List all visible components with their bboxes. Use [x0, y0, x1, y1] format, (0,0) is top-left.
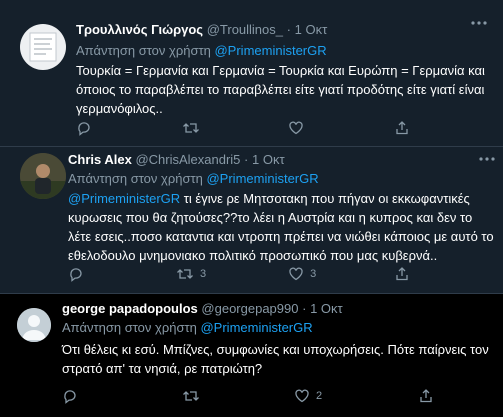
- heart-icon: [289, 121, 303, 135]
- avatar[interactable]: [17, 308, 51, 342]
- avatar[interactable]: [20, 24, 66, 70]
- reply-context: Απάντηση στον χρήστη @PrimeministerGR: [76, 43, 327, 58]
- author-handle[interactable]: @Troullinos_: [207, 22, 283, 37]
- author-name[interactable]: george papadopoulos: [62, 301, 198, 316]
- tweet-actions: 3 3: [68, 266, 410, 282]
- share-icon: [396, 121, 408, 135]
- tweet-text: Ότι θέλεις κι εσύ. Μπίζνες, συμφωνίες κα…: [62, 340, 502, 378]
- author-name[interactable]: Τρουλλινός Γιώργος: [76, 22, 203, 37]
- body-mention-link[interactable]: @PrimeministerGR: [68, 191, 180, 206]
- separator-dot: ·: [286, 22, 291, 37]
- default-avatar-icon: [17, 308, 51, 342]
- retweet-icon: [177, 269, 193, 279]
- reply-prefix: Απάντηση στον χρήστη: [76, 43, 211, 58]
- heart-icon: [295, 389, 309, 403]
- share-button[interactable]: [394, 266, 410, 282]
- tweet-text: @PrimeministerGR τι έγινε ρε Μητσοτακη π…: [68, 189, 500, 265]
- reply-mention-link[interactable]: @PrimeministerGR: [214, 43, 326, 58]
- reply-prefix: Απάντηση στον χρήστη: [62, 320, 197, 335]
- share-icon: [396, 267, 408, 281]
- retweet-button[interactable]: [182, 388, 206, 404]
- avatar-photo: [20, 153, 66, 199]
- share-icon: [420, 389, 432, 403]
- tweet-text-line: στρατό απ' τα νησιά, ρε πατριώτη?: [62, 361, 263, 376]
- more-options-icon[interactable]: [470, 14, 488, 30]
- like-button[interactable]: 3: [288, 266, 316, 282]
- reply-context: Απάντηση στον χρήστη @PrimeministerGR: [68, 171, 319, 186]
- tweet-text-line: @PrimeministerGR τι έγινε ρε Μητσοτακη π…: [68, 189, 500, 208]
- tweet-actions: [76, 120, 410, 136]
- separator-dot: ·: [244, 152, 249, 167]
- share-button[interactable]: [418, 388, 434, 404]
- avatar[interactable]: [20, 153, 66, 199]
- retweet-button[interactable]: 3: [176, 266, 206, 282]
- like-button[interactable]: [288, 120, 310, 136]
- share-button[interactable]: [394, 120, 410, 136]
- tweet-text-span: τι έγινε ρε Μητσοτακη που πήγαν οι εκκωφ…: [180, 191, 470, 206]
- like-button[interactable]: 2: [294, 388, 322, 404]
- author-handle[interactable]: @georgepap990: [201, 301, 298, 316]
- separator-dot: ·: [302, 301, 307, 316]
- reply-button[interactable]: [62, 388, 78, 404]
- tweet-text: Τουρκία = Γερμανία και Γερμανία = Τουρκί…: [76, 61, 496, 118]
- reply-icon: [78, 122, 90, 136]
- tweet-text-line: λέτε εσεις..ποσο καταντια και ντροπη πρέ…: [68, 229, 494, 244]
- author-handle[interactable]: @ChrisAlexandri5: [135, 152, 240, 167]
- tweet-text-line: Ότι θέλεις κι εσύ. Μπίζνες, συμφωνίες κα…: [62, 342, 489, 357]
- reply-icon: [64, 390, 76, 404]
- tweet-text-line: γερμανόφιλος..: [76, 101, 163, 116]
- more-options-icon[interactable]: [478, 150, 496, 166]
- tweet-text-line: όποιος το παραβλέπει το παραβλέπει είτε …: [76, 82, 485, 97]
- tweet-actions: 2: [62, 388, 434, 404]
- tweet-text-line: εθελοδουλο μνημονιακο πολιτικό προσωπικό…: [68, 248, 438, 263]
- tweet-text-line: κυρωσεις που θα ζητούσες??το λέει η Αυστ…: [68, 210, 473, 225]
- tweet-date[interactable]: 1 Οκτ: [252, 152, 285, 167]
- author-name[interactable]: Chris Alex: [68, 152, 132, 167]
- reply-mention-link[interactable]: @PrimeministerGR: [206, 171, 318, 186]
- like-count: 3: [310, 268, 317, 280]
- avatar-image: [29, 32, 57, 62]
- reply-icon: [70, 268, 82, 282]
- tweet-text-line: Τουρκία = Γερμανία και Γερμανία = Τουρκί…: [76, 63, 485, 78]
- retweet-button[interactable]: [182, 120, 206, 136]
- reply-context: Απάντηση στον χρήστη @PrimeministerGR: [62, 320, 313, 335]
- reply-button[interactable]: [68, 266, 84, 282]
- retweet-icon: [183, 123, 199, 133]
- like-count: 2: [316, 390, 323, 402]
- heart-icon: [289, 267, 303, 281]
- tweet-date[interactable]: 1 Οκτ: [295, 22, 328, 37]
- retweet-count: 3: [200, 268, 207, 280]
- retweet-icon: [183, 391, 199, 401]
- tweet-date[interactable]: 1 Οκτ: [310, 301, 343, 316]
- reply-button[interactable]: [76, 120, 92, 136]
- reply-prefix: Απάντηση στον χρήστη: [68, 171, 203, 186]
- reply-mention-link[interactable]: @PrimeministerGR: [200, 320, 312, 335]
